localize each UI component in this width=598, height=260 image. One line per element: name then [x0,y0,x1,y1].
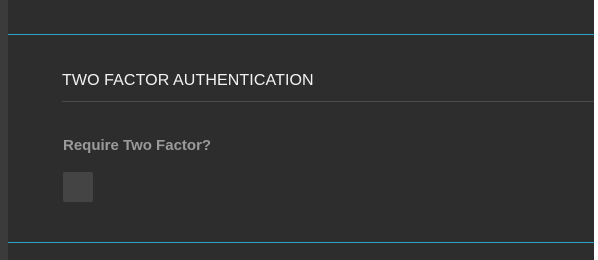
section-title: TWO FACTOR AUTHENTICATION [62,72,314,89]
require-two-factor-label: Require Two Factor? [63,137,212,154]
require-two-factor-checkbox[interactable] [63,172,93,202]
left-rail [0,0,8,260]
panel-bottom-accent-line [8,242,594,243]
two-factor-panel: TWO FACTOR AUTHENTICATION Require Two Fa… [8,0,594,260]
section-divider [62,101,594,102]
panel-top-accent-line [8,34,594,35]
settings-frame: TWO FACTOR AUTHENTICATION Require Two Fa… [0,0,598,260]
